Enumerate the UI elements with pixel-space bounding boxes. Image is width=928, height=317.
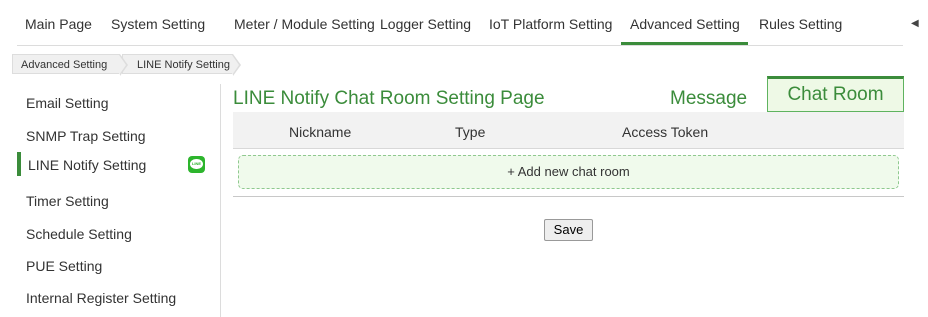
nav-system-setting[interactable]: System Setting xyxy=(111,16,205,32)
sidebar-item-label: PUE Setting xyxy=(26,258,103,274)
sidebar-item-schedule-setting[interactable]: Schedule Setting xyxy=(17,218,220,248)
column-header-nickname: Nickname xyxy=(289,124,352,140)
sidebar-item-pue-setting[interactable]: PUE Setting xyxy=(17,250,220,280)
sidebar-item-label: SNMP Trap Setting xyxy=(26,128,146,144)
sidebar-item-snmp-trap-setting[interactable]: SNMP Trap Setting xyxy=(17,120,220,150)
nav-active-indicator xyxy=(621,42,748,45)
column-header-type: Type xyxy=(455,124,486,140)
breadcrumb-item-label: LINE Notify Setting xyxy=(137,59,230,71)
save-button[interactable]: Save xyxy=(544,219,593,241)
sidebar-item-label: LINE Notify Setting xyxy=(28,157,147,173)
line-app-icon: LINE xyxy=(188,156,205,173)
sidebar-item-timer-setting[interactable]: Timer Setting xyxy=(17,185,220,215)
sidebar-item-email-setting[interactable]: Email Setting xyxy=(17,87,220,117)
sidebar-item-label: Internal Register Setting xyxy=(26,290,177,306)
nav-main-page[interactable]: Main Page xyxy=(25,16,92,32)
sidebar-item-label: Schedule Setting xyxy=(26,226,132,242)
nav-rules-setting[interactable]: Rules Setting xyxy=(759,16,842,32)
breadcrumb-item-label: Advanced Setting xyxy=(21,59,108,71)
breadcrumb-line-notify-setting[interactable]: LINE Notify Setting xyxy=(122,54,241,76)
sidebar-item-line-notify-setting[interactable]: LINE Notify Setting LINE xyxy=(17,152,220,176)
breadcrumb-separator-icon xyxy=(119,54,128,76)
sidebar-item-label: Timer Setting xyxy=(26,193,109,209)
breadcrumb-advanced-setting[interactable]: Advanced Setting xyxy=(12,54,128,76)
nav-iot-platform-setting[interactable]: IoT Platform Setting xyxy=(489,16,612,32)
tab-chat-room[interactable]: Chat Room xyxy=(767,76,904,112)
nav-scroll-left-icon[interactable]: ◀ xyxy=(911,18,919,29)
column-header-access-token: Access Token xyxy=(622,124,709,140)
table-header: Nickname Type Access Token xyxy=(233,112,904,149)
tab-message[interactable]: Message xyxy=(670,88,747,110)
breadcrumb-separator-icon xyxy=(232,54,241,76)
nav-advanced-setting[interactable]: Advanced Setting xyxy=(630,16,740,32)
table-divider xyxy=(233,196,904,197)
sidebar-item-internal-register-setting[interactable]: Internal Register Setting xyxy=(17,282,220,312)
sidebar: Email Setting SNMP Trap Setting LINE Not… xyxy=(17,84,221,317)
page-title: LINE Notify Chat Room Setting Page xyxy=(233,88,545,109)
nav-meter-module-setting[interactable]: Meter / Module Setting xyxy=(234,16,375,32)
line-icon-text: LINE xyxy=(191,161,202,166)
add-chat-room-button[interactable]: + Add new chat room xyxy=(238,155,899,189)
nav-logger-setting[interactable]: Logger Setting xyxy=(380,16,471,32)
sidebar-item-label: Email Setting xyxy=(26,95,109,111)
top-navigation: Main Page System Setting Meter / Module … xyxy=(0,0,928,46)
